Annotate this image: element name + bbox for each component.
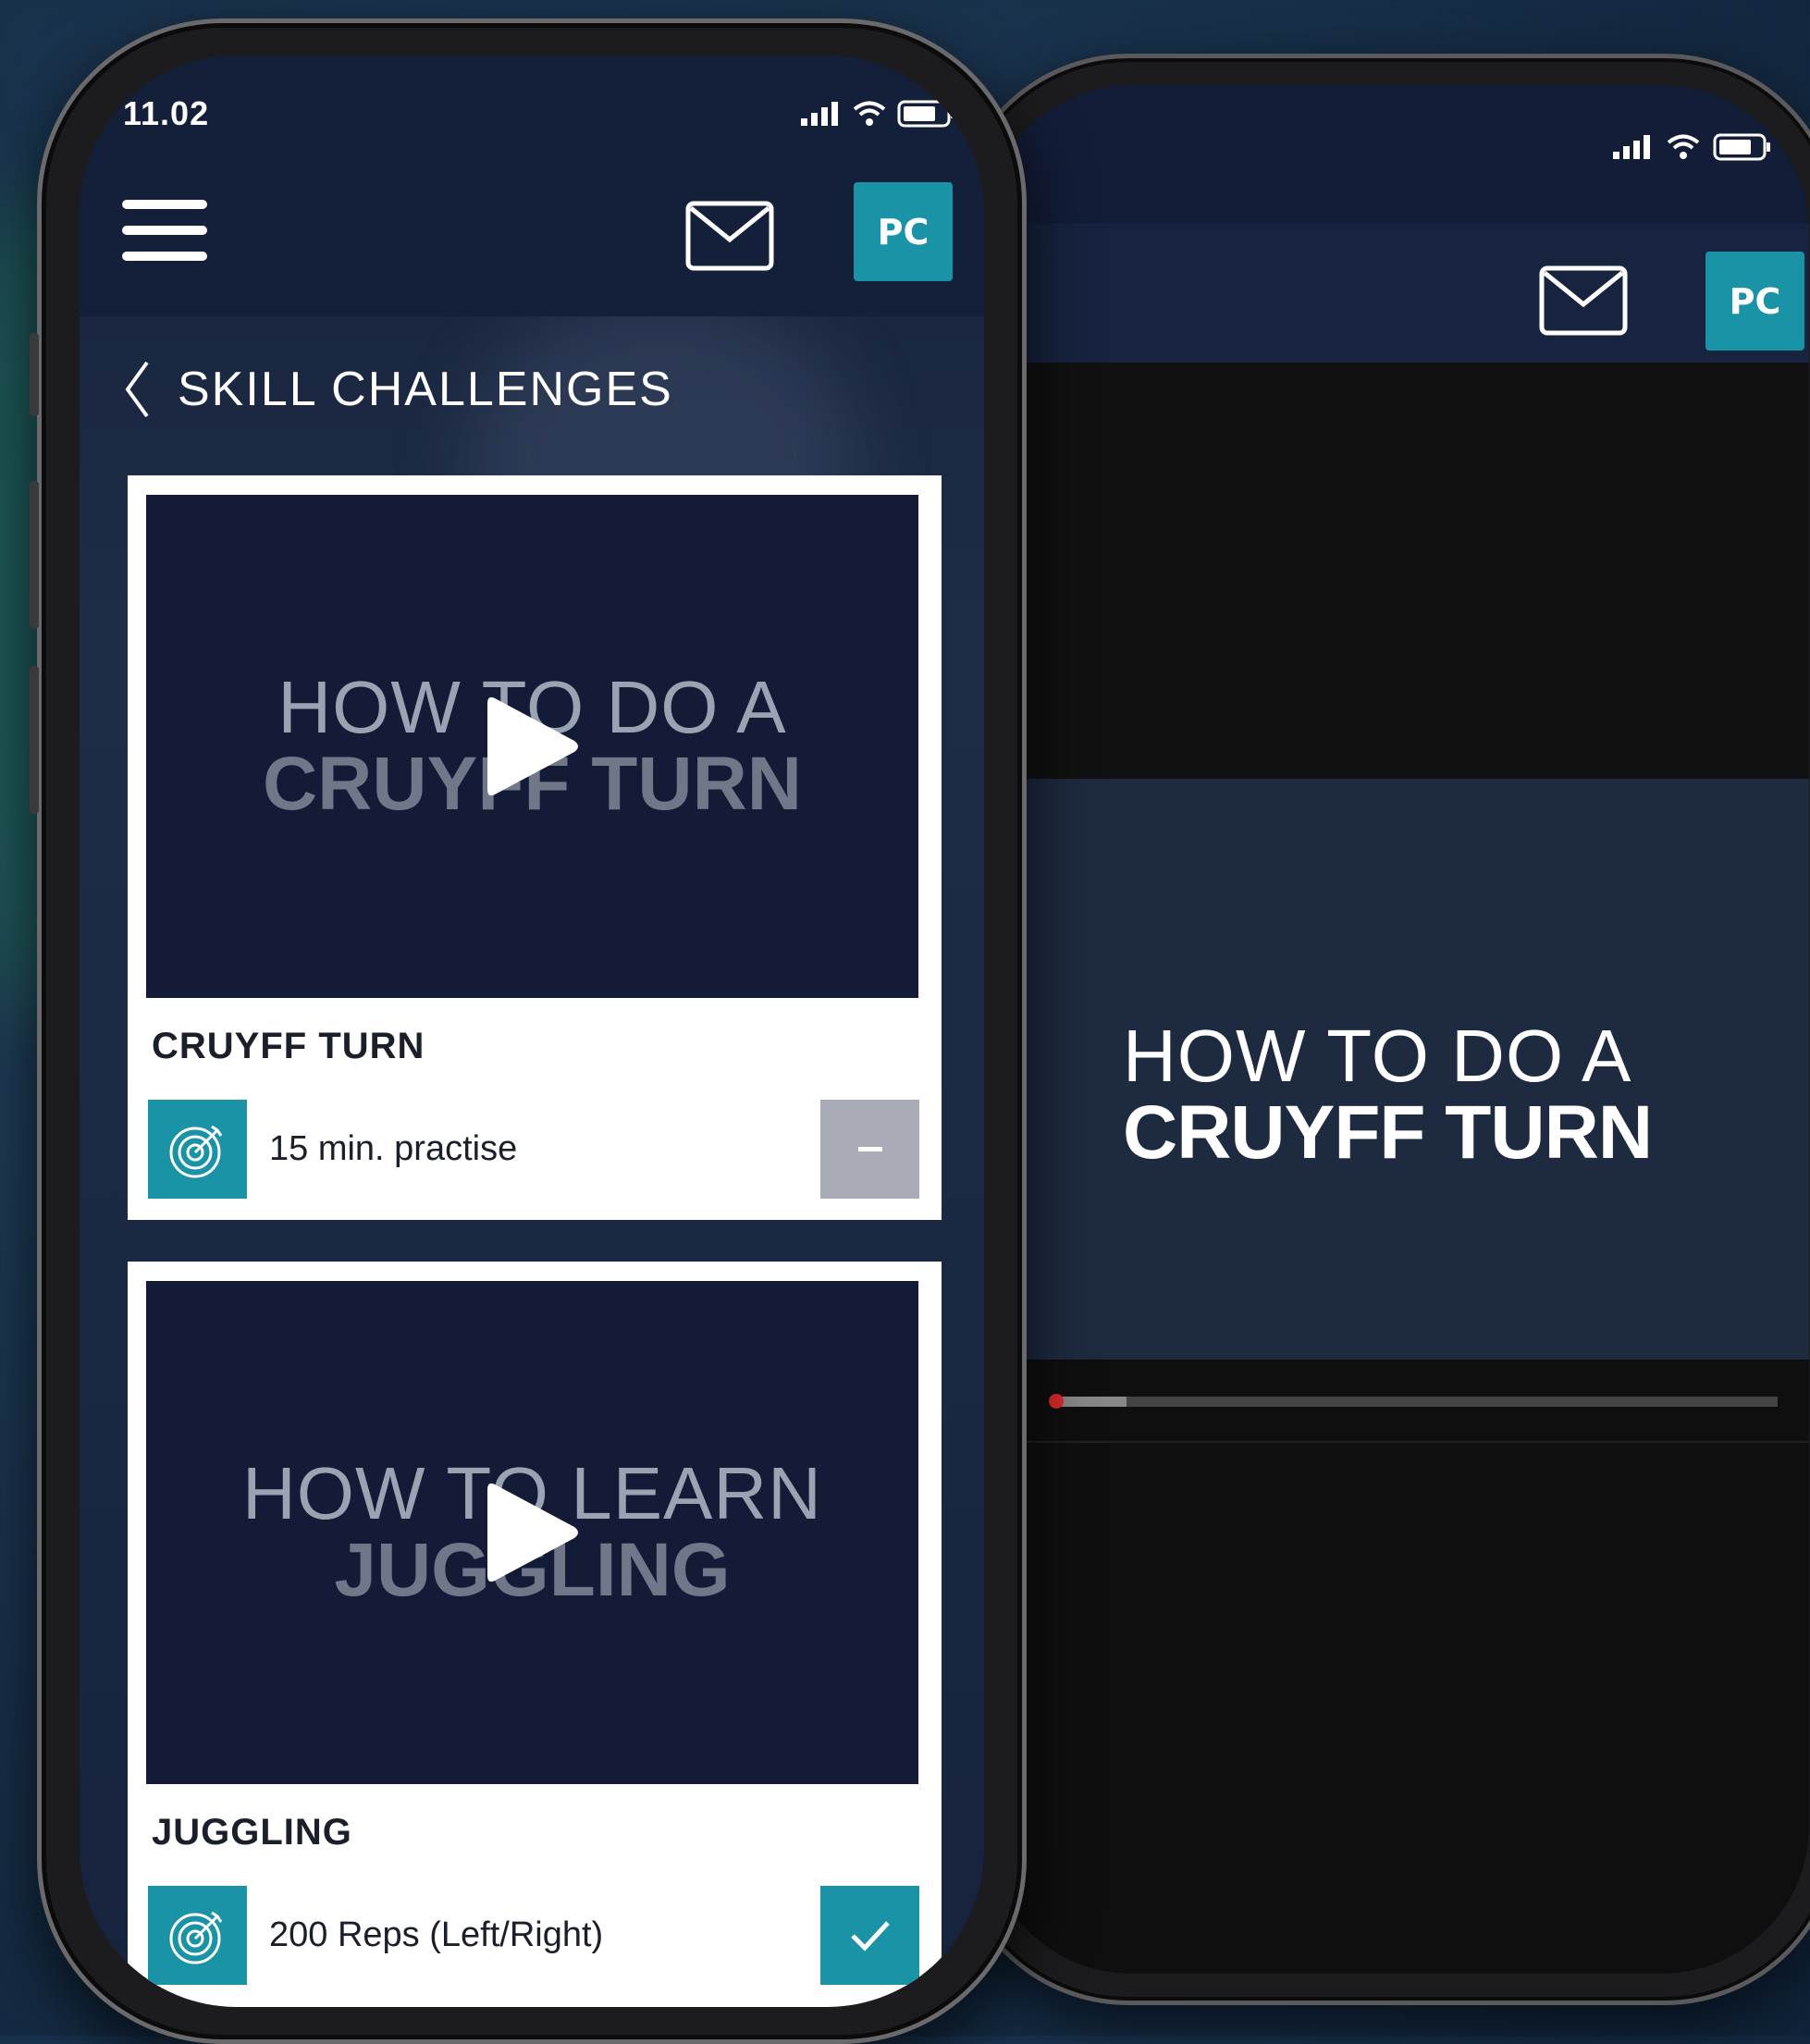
challenge-card-cruyff-turn: HOW TO DO A CRUYFF TURN CRUYFF TURN 15 m… (128, 475, 942, 1220)
menu-icon (122, 200, 207, 261)
video-progress-bar[interactable] (1049, 1394, 1778, 1409)
status-icons (801, 100, 956, 128)
challenge-goal: 200 Reps (Left/Right) (269, 1915, 604, 1954)
video-player-phone: PC HOW TO DO A CRUYFF TURN (953, 54, 1810, 2005)
target-tile (148, 1886, 247, 1985)
messages-button[interactable] (685, 201, 774, 276)
menu-button[interactable] (122, 200, 207, 265)
challenge-video[interactable]: HOW TO DO A CRUYFF TURN (146, 495, 918, 998)
header-band (984, 224, 1809, 363)
challenge-card-juggling: HOW TO LEARN JUGGLING JUGGLING 200 Reps … (128, 1262, 942, 2007)
wifi-icon (1667, 134, 1700, 159)
play-icon[interactable] (482, 691, 584, 802)
divider (984, 1441, 1809, 1443)
minus-icon (857, 1146, 882, 1151)
mail-icon (685, 201, 774, 271)
messages-button[interactable] (1539, 265, 1628, 340)
video-frame[interactable]: HOW TO DO A CRUYFF TURN (984, 779, 1809, 1360)
video-title-line2: CRUYFF TURN (1123, 1090, 1653, 1175)
volume-down-button (30, 666, 39, 814)
wifi-icon (853, 101, 886, 126)
avatar[interactable]: PC (1705, 252, 1804, 351)
challenge-goal-row: 15 min. practise (148, 1100, 919, 1199)
avatar[interactable]: PC (854, 182, 953, 281)
target-icon (169, 1125, 222, 1177)
page-header: SKILL CHALLENGES (124, 361, 673, 418)
back-chevron-icon[interactable] (124, 361, 150, 418)
challenge-name: CRUYFF TURN (152, 1026, 425, 1066)
signal-icon (801, 102, 838, 126)
challenges-phone: 11.02 PC SKILL CHALLENGES HOW TO DO A CR… (30, 18, 1027, 2044)
target-tile (148, 1100, 247, 1199)
battery-icon (1713, 133, 1770, 161)
mute-switch (30, 333, 39, 416)
challenge-video[interactable]: HOW TO LEARN JUGGLING (146, 1281, 918, 1784)
status-time: 11.02 (123, 94, 210, 132)
video-progress-fill (1054, 1397, 1127, 1407)
status-icons (1613, 133, 1772, 161)
page-title: SKILL CHALLENGES (178, 363, 673, 416)
video-progress-handle[interactable] (1049, 1394, 1064, 1409)
check-icon (850, 1920, 890, 1952)
challenge-goal: 15 min. practise (269, 1129, 518, 1168)
volume-up-button (30, 481, 39, 629)
video-player-screen: PC HOW TO DO A CRUYFF TURN (984, 85, 1809, 1974)
video-area-top (984, 363, 1809, 779)
video-title-line1: HOW TO DO A (1123, 1015, 1632, 1097)
challenge-name: JUGGLING (152, 1812, 352, 1853)
app-header (80, 55, 984, 316)
mail-icon (1539, 265, 1628, 336)
challenge-status-button[interactable] (820, 1886, 919, 1985)
target-icon (169, 1911, 222, 1964)
challenge-status-button[interactable] (820, 1100, 919, 1199)
battery-icon (897, 100, 954, 128)
play-icon[interactable] (482, 1477, 584, 1588)
challenges-screen: 11.02 PC SKILL CHALLENGES HOW TO DO A CR… (80, 55, 984, 2007)
signal-icon (1613, 135, 1650, 159)
video-title: HOW TO DO A CRUYFF TURN (1123, 1015, 1653, 1175)
challenge-goal-row: 200 Reps (Left/Right) (148, 1886, 919, 1985)
